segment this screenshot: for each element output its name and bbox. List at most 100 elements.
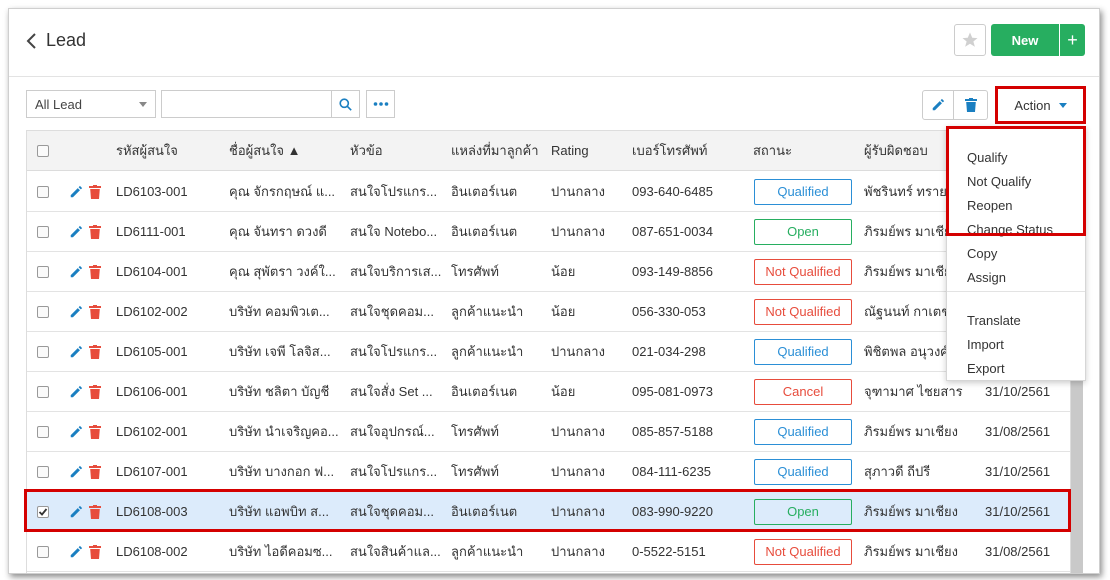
column-header[interactable]: เบอร์โทรศัพท์ bbox=[632, 131, 707, 171]
column-header[interactable]: สถานะ bbox=[753, 131, 792, 171]
menu-item-copy[interactable]: Copy bbox=[967, 242, 997, 266]
row-edit-pencil-icon[interactable] bbox=[69, 465, 83, 479]
cell-phone: 084-111-6235 bbox=[632, 464, 712, 479]
status-badge: Qualified bbox=[754, 179, 852, 205]
row-checkbox[interactable] bbox=[37, 506, 49, 518]
menu-item-import[interactable]: Import bbox=[967, 333, 1004, 357]
menu-item-qualify[interactable]: Qualify bbox=[967, 146, 1007, 170]
menu-item-reopen[interactable]: Reopen bbox=[967, 194, 1013, 218]
more-options-button[interactable] bbox=[366, 90, 395, 118]
cell-name: บริษัท แอพบิท ส... bbox=[229, 504, 329, 519]
cell-topic: สนใจบริการเส... bbox=[350, 264, 442, 279]
cell-phone: 0-5522-5151 bbox=[632, 544, 706, 559]
row-checkbox[interactable] bbox=[37, 386, 49, 398]
row-delete-trash-icon[interactable] bbox=[89, 465, 101, 479]
status-badge: Open bbox=[754, 499, 852, 525]
table-row[interactable]: LD6103-001 คุณ จักรกฤษณ์ แ... สนใจโปรแกร..… bbox=[27, 172, 1070, 212]
row-checkbox[interactable] bbox=[37, 346, 49, 358]
select-all-checkbox[interactable] bbox=[37, 145, 49, 157]
row-edit-pencil-icon[interactable] bbox=[69, 265, 83, 279]
row-edit-pencil-icon[interactable] bbox=[69, 225, 83, 239]
cell-name: คุณ จันทรา ดวงดี bbox=[229, 224, 327, 239]
row-checkbox[interactable] bbox=[37, 466, 49, 478]
new-plus-button[interactable]: + bbox=[1060, 24, 1085, 56]
row-checkbox[interactable] bbox=[37, 306, 49, 318]
row-edit-pencil-icon[interactable] bbox=[69, 385, 83, 399]
menu-item-not-qualify[interactable]: Not Qualify bbox=[967, 170, 1031, 194]
row-delete-trash-icon[interactable] bbox=[89, 505, 101, 519]
cell-phone: 095-081-0973 bbox=[632, 384, 713, 399]
cell-source: อินเตอร์เนต bbox=[451, 224, 518, 239]
back-chevron-icon[interactable] bbox=[25, 31, 39, 51]
column-header[interactable]: ชื่อผู้สนใจ ▲ bbox=[229, 131, 301, 171]
row-delete-trash-icon[interactable] bbox=[89, 225, 101, 239]
row-delete-trash-icon[interactable] bbox=[89, 305, 101, 319]
menu-item-export[interactable]: Export bbox=[967, 357, 1005, 381]
column-header[interactable]: หัวข้อ bbox=[350, 131, 383, 171]
caret-down-icon bbox=[1058, 102, 1067, 108]
row-edit-pencil-icon[interactable] bbox=[69, 505, 83, 519]
trash-icon bbox=[964, 98, 977, 112]
cell-code: LD6102-001 bbox=[116, 424, 188, 439]
cell-owner: ภิรมย์พร มาเชียง bbox=[864, 504, 959, 519]
row-checkbox[interactable] bbox=[37, 266, 49, 278]
table-row[interactable]: LD6106-001 บริษัท ชลิตา บัญชี สนใจสั่ง Set… bbox=[27, 372, 1070, 412]
cell-owner: ภิรมย์พร มาเชียง bbox=[864, 544, 959, 559]
lead-window: Lead New + All Lead Action รหัสผู้สนใจ ช… bbox=[8, 8, 1100, 574]
column-header[interactable]: แหล่งที่มาลูกค้า bbox=[451, 131, 539, 171]
table-row[interactable]: LD6104-001 คุณ สุพัตรา วงค์ใ... สนใจบริการ… bbox=[27, 252, 1070, 292]
chevron-down-icon bbox=[139, 102, 147, 107]
row-checkbox[interactable] bbox=[37, 186, 49, 198]
cell-source: โทรศัพท์ bbox=[451, 464, 499, 479]
cell-rating: ปานกลาง bbox=[551, 224, 605, 239]
row-delete-trash-icon[interactable] bbox=[89, 385, 101, 399]
status-badge: Not Qualified bbox=[754, 539, 852, 565]
table-row[interactable]: LD6107-001 บริษัท บางกอก ฟ... สนใจโปรแกร..… bbox=[27, 452, 1070, 492]
column-header[interactable]: ผู้รับผิดชอบ bbox=[864, 131, 928, 171]
column-header[interactable]: Rating bbox=[551, 131, 589, 171]
row-delete-trash-icon[interactable] bbox=[89, 265, 101, 279]
table-row[interactable]: LD6111-001 คุณ จันทรา ดวงดี สนใจ Notebo...… bbox=[27, 212, 1070, 252]
menu-divider bbox=[947, 291, 1085, 292]
row-edit-pencil-icon[interactable] bbox=[69, 345, 83, 359]
row-edit-pencil-icon[interactable] bbox=[69, 545, 83, 559]
cell-rating: น้อย bbox=[551, 264, 576, 279]
column-header[interactable]: รหัสผู้สนใจ bbox=[116, 131, 178, 171]
cell-phone: 093-640-6485 bbox=[632, 184, 713, 199]
cell-topic: สนใจโปรแกร... bbox=[350, 344, 438, 359]
search-button[interactable] bbox=[331, 90, 360, 118]
row-edit-pencil-icon[interactable] bbox=[69, 185, 83, 199]
edit-button[interactable] bbox=[922, 90, 954, 120]
row-delete-trash-icon[interactable] bbox=[89, 545, 101, 559]
cell-phone: 021-034-298 bbox=[632, 344, 706, 359]
menu-item-translate[interactable]: Translate bbox=[967, 309, 1021, 333]
menu-item-assign[interactable]: Assign bbox=[967, 266, 1006, 290]
row-checkbox[interactable] bbox=[37, 426, 49, 438]
new-button[interactable]: New bbox=[991, 24, 1059, 56]
delete-button[interactable] bbox=[954, 90, 988, 120]
search-input[interactable] bbox=[161, 90, 333, 118]
table-row[interactable]: LD6108-003 บริษัท แอพบิท ส... สนใจชุดคอม..… bbox=[27, 492, 1070, 532]
status-badge: Qualified bbox=[754, 339, 852, 365]
cell-date: 31/10/2561 bbox=[985, 504, 1051, 519]
row-delete-trash-icon[interactable] bbox=[89, 185, 101, 199]
action-button[interactable]: Action bbox=[995, 86, 1086, 124]
cell-source: ลูกค้าแนะนำ bbox=[451, 344, 524, 359]
lead-filter-select[interactable]: All Lead bbox=[26, 90, 156, 118]
cell-topic: สนใจสินค้าแล... bbox=[350, 544, 441, 559]
row-delete-trash-icon[interactable] bbox=[89, 345, 101, 359]
menu-item-change-status[interactable]: Change Status bbox=[967, 218, 1053, 242]
row-edit-pencil-icon[interactable] bbox=[69, 425, 83, 439]
table-row[interactable]: LD6108-002 บริษัท ไอดีคอมซ... สนใจสินค้าแล… bbox=[27, 532, 1070, 572]
row-edit-pencil-icon[interactable] bbox=[69, 305, 83, 319]
star-icon bbox=[962, 32, 978, 47]
table-row[interactable]: LD6102-002 บริษัท คอมพิวเต... สนใจชุดคอม..… bbox=[27, 292, 1070, 332]
cell-source: โทรศัพท์ bbox=[451, 424, 499, 439]
row-checkbox[interactable] bbox=[37, 546, 49, 558]
table-row[interactable]: LD6102-001 บริษัท นำเจริญคอ... สนใจอุปกรณ์… bbox=[27, 412, 1070, 452]
favorite-button[interactable] bbox=[954, 24, 986, 56]
row-delete-trash-icon[interactable] bbox=[89, 425, 101, 439]
table-row[interactable]: LD6105-001 บริษัท เจพี โลจิส... สนใจโปรแกร… bbox=[27, 332, 1070, 372]
row-checkbox[interactable] bbox=[37, 226, 49, 238]
status-badge: Qualified bbox=[754, 419, 852, 445]
